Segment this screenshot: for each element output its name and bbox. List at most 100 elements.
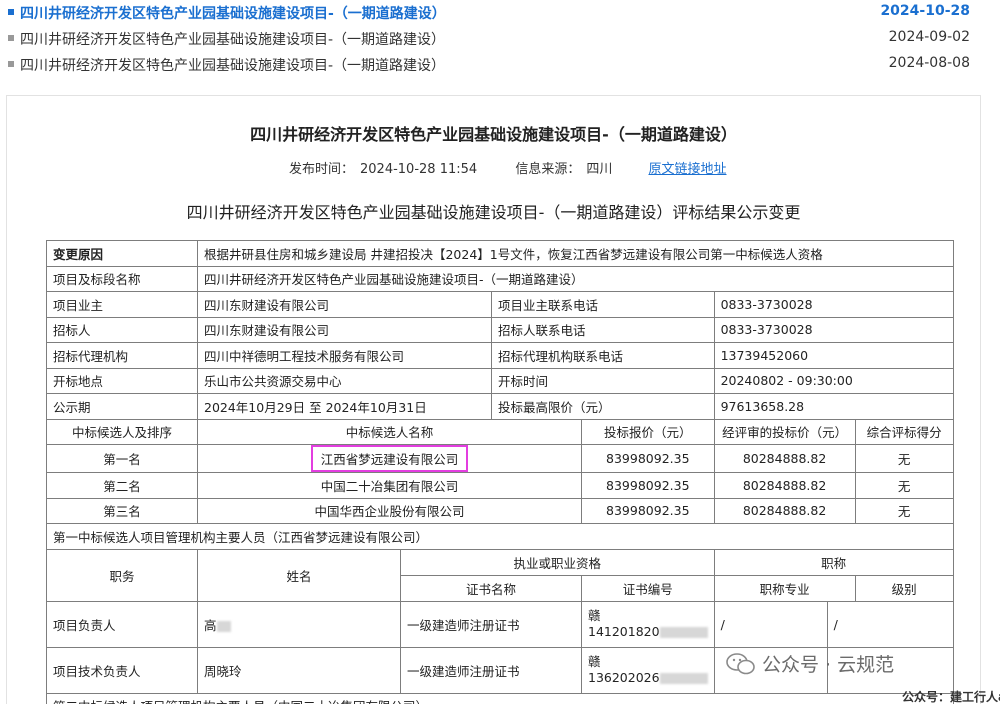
watermark-text: 公众号 · 云规范 <box>762 654 895 676</box>
cand-reviewed: 80284888.82 <box>713 472 856 499</box>
table-row: 开标地点 乐山市公共资源交易中心 开标时间 20240802 - 09:30:0… <box>46 367 954 394</box>
table-row: 职务 姓名 执业或职业资格 职称 <box>46 548 954 602</box>
owner-phone: 0833-3730028 <box>713 291 954 318</box>
change-reason: 根据井研县住房和城乡建设局 井建招投决【2024】1号文件，恢复江西省梦远建设有… <box>197 240 954 267</box>
table-row: 招标代理机构 四川中祥德明工程技术服务有限公司 招标代理机构联系电话 13739… <box>46 342 954 369</box>
staff-header-name: 姓名 <box>197 548 401 602</box>
staff-header-cert-no: 证书编号 <box>581 574 715 602</box>
staff-header-qual: 执业或职业资格 <box>400 548 715 576</box>
redaction <box>659 673 708 684</box>
staff-cert-no: 赣 141201820 <box>581 600 715 648</box>
redaction <box>216 620 231 632</box>
staff-name: 高 <box>197 600 401 648</box>
staff-name: 周晓玲 <box>197 646 401 694</box>
table-row: 项目及标段名称 四川井研经济开发区特色产业园基础设施建设项目-（一期道路建设） <box>46 265 954 292</box>
source-value: 四川 <box>586 162 613 177</box>
cand-header-rank: 中标候选人及排序 <box>46 418 198 445</box>
agency-phone: 13739452060 <box>713 342 954 369</box>
next-section-title: 第二中标候选人项目管理机构主要人员（中国二十冶集团有限公司） <box>46 692 954 704</box>
owner-phone-label: 项目业主联系电话 <box>491 291 715 318</box>
publish-time: 2024-10-28 11:54 <box>360 162 478 177</box>
staff-header-major: 职称专业 <box>713 574 856 602</box>
table-row: 第一中标候选人项目管理机构主要人员（江西省梦远建设有限公司） <box>46 523 954 550</box>
tenderer-phone-label: 招标人联系电话 <box>491 316 715 343</box>
announcement-title: 四川井研经济开发区特色产业园基础设施建设项目-（一期道路建设）评标结果公示变更 <box>186 203 801 222</box>
venue-value: 乐山市公共资源交易中心 <box>197 367 492 394</box>
source-label: 信息来源： <box>515 162 581 177</box>
table-row: 招标人 四川东财建设有限公司 招标人联系电话 0833-3730028 <box>46 316 954 343</box>
watermark-footer: 公众号：建工行人a <box>902 690 1000 704</box>
table-row: 第二名 中国二十冶集团有限公司 83998092.35 80284888.82 … <box>46 472 954 499</box>
document-meta: 发布时间： 2024-10-28 11:54 信息来源： 四川 原文链接地址 <box>289 158 733 177</box>
cand-name: 中国华西企业股份有限公司 <box>197 497 582 524</box>
cand-score: 无 <box>854 444 954 473</box>
tenderer-phone: 0833-3730028 <box>713 316 954 343</box>
cand-rank: 第一名 <box>46 444 198 473</box>
owner-label: 项目业主 <box>46 291 198 318</box>
cand-rank: 第三名 <box>46 497 198 524</box>
cand-header-name: 中标候选人名称 <box>197 418 582 445</box>
cand-reviewed: 80284888.82 <box>713 497 856 524</box>
staff-role: 项目技术负责人 <box>46 646 198 694</box>
staff-cert: 一级建造师注册证书 <box>400 600 582 648</box>
list-item[interactable]: 四川井研经济开发区特色产业园基础设施建设项目-（一期道路建设） 2024-10-… <box>0 0 1000 26</box>
table-row: 第三名 中国华西企业股份有限公司 83998092.35 80284888.82… <box>46 497 954 524</box>
staff-cert-no: 赣 136202026 <box>581 646 715 694</box>
staff-header-level: 级别 <box>854 574 954 602</box>
staff-level: / <box>826 600 954 648</box>
bullet-icon <box>8 35 14 41</box>
document-title: 四川井研经济开发区特色产业园基础设施建设项目-（一期道路建设） <box>250 125 737 144</box>
redaction <box>659 627 708 638</box>
original-link[interactable]: 原文链接地址 <box>648 162 726 177</box>
staff-section-title: 第一中标候选人项目管理机构主要人员（江西省梦远建设有限公司） <box>46 523 954 550</box>
highlight-box: 江西省梦远建设有限公司 <box>310 445 469 472</box>
project-label: 项目及标段名称 <box>46 265 198 292</box>
period-value: 2024年10月29日 至 2024年10月31日 <box>197 393 492 420</box>
agency-value: 四川中祥德明工程技术服务有限公司 <box>197 342 492 369</box>
project-name: 四川井研经济开发区特色产业园基础设施建设项目-（一期道路建设） <box>197 265 954 292</box>
table-row: 第二中标候选人项目管理机构主要人员（中国二十冶集团有限公司） <box>46 692 954 704</box>
bullet-icon <box>8 61 14 67</box>
cand-name: 中国二十冶集团有限公司 <box>197 472 582 499</box>
staff-cert: 一级建造师注册证书 <box>400 646 582 694</box>
list-item-title[interactable]: 四川井研经济开发区特色产业园基础设施建设项目-（一期道路建设） <box>20 29 445 49</box>
tenderer-value: 四川东财建设有限公司 <box>197 316 492 343</box>
list-item[interactable]: 四川井研经济开发区特色产业园基础设施建设项目-（一期道路建设） 2024-08-… <box>0 52 1000 78</box>
list-item-date: 2024-10-28 <box>880 3 970 19</box>
tenderer-label: 招标人 <box>46 316 198 343</box>
cand-header-score: 综合评标得分 <box>854 418 954 445</box>
staff-major: / <box>713 600 828 648</box>
list-item-date: 2024-09-02 <box>888 29 970 45</box>
table-row: 第一名 江西省梦远建设有限公司 83998092.35 80284888.82 … <box>46 444 954 473</box>
owner-value: 四川东财建设有限公司 <box>197 291 492 318</box>
result-table: 变更原因 根据井研县住房和城乡建设局 井建招投决【2024】1号文件，恢复江西省… <box>46 240 954 704</box>
cand-score: 无 <box>854 472 954 499</box>
cand-name: 江西省梦远建设有限公司 <box>197 444 582 473</box>
table-row: 中标候选人及排序 中标候选人名称 投标报价（元） 经评审的投标价（元） 综合评标… <box>46 418 954 445</box>
staff-header-cert-name: 证书名称 <box>400 574 582 602</box>
table-row: 公示期 2024年10月29日 至 2024年10月31日 投标最高限价（元） … <box>46 393 954 420</box>
change-reason-label: 变更原因 <box>46 240 198 267</box>
open-time-label: 开标时间 <box>491 367 715 394</box>
wechat-icon <box>726 653 755 675</box>
staff-header-role: 职务 <box>46 548 198 602</box>
cand-score: 无 <box>854 497 954 524</box>
cand-bid: 83998092.35 <box>581 444 715 473</box>
max-price: 97613658.28 <box>713 393 954 420</box>
open-time: 20240802 - 09:30:00 <box>713 367 954 394</box>
agency-label: 招标代理机构 <box>46 342 198 369</box>
table-row: 项目负责人 高 一级建造师注册证书 赣 141201820 / / <box>46 600 954 648</box>
list-item-date: 2024-08-08 <box>888 55 970 71</box>
cand-bid: 83998092.35 <box>581 472 715 499</box>
table-row: 项目业主 四川东财建设有限公司 项目业主联系电话 0833-3730028 <box>46 291 954 318</box>
cand-bid: 83998092.35 <box>581 497 715 524</box>
list-item-title[interactable]: 四川井研经济开发区特色产业园基础设施建设项目-（一期道路建设） <box>20 3 446 23</box>
list-item-title[interactable]: 四川井研经济开发区特色产业园基础设施建设项目-（一期道路建设） <box>20 55 445 75</box>
max-price-label: 投标最高限价（元） <box>491 393 715 420</box>
list-item[interactable]: 四川井研经济开发区特色产业园基础设施建设项目-（一期道路建设） 2024-09-… <box>0 26 1000 52</box>
staff-header-title: 职称 <box>713 548 954 576</box>
publish-label: 发布时间： <box>289 162 355 177</box>
table-row: 变更原因 根据井研县住房和城乡建设局 井建招投决【2024】1号文件，恢复江西省… <box>46 240 954 267</box>
staff-role: 项目负责人 <box>46 600 198 648</box>
cand-reviewed: 80284888.82 <box>713 444 856 473</box>
